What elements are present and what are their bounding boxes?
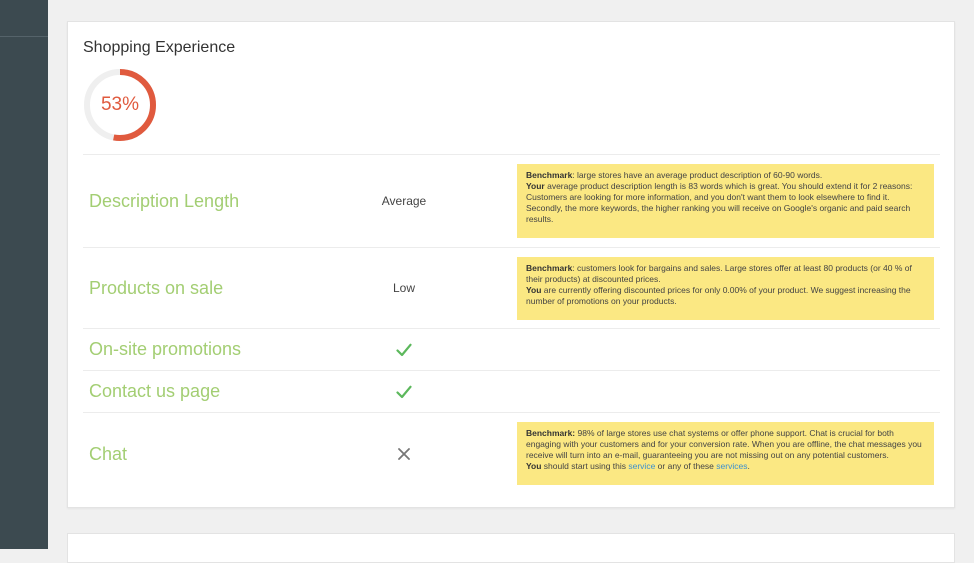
benchmark-note: Benchmark: customers look for bargains a… [517,257,934,320]
metric-row-on-site-promotions: On-site promotions [83,328,940,370]
metric-row-contact-us-page: Contact us page [83,370,940,412]
next-card [67,533,955,563]
check-icon [396,343,412,356]
metric-label: Contact us page [89,381,221,401]
metric-row-description-length: Description Length Average Benchmark: la… [83,154,940,247]
metric-value: Average [381,194,427,208]
service-link[interactable]: service [628,461,655,471]
metric-status [369,413,439,495]
benchmark-note: Benchmark: 98% of large stores use chat … [517,422,934,485]
metric-value: Low [392,281,415,295]
metric-row-products-on-sale: Products on sale Low Benchmark: customer… [83,247,940,328]
metric-label: On-site promotions [89,339,242,359]
metric-label: Products on sale [89,277,224,298]
metric-status [369,329,439,370]
benchmark-note: Benchmark: large stores have an average … [517,164,934,238]
services-link[interactable]: services [716,461,747,471]
metric-label: Description Length [89,190,240,211]
check-icon [396,385,412,398]
sidebar [0,0,48,549]
shopping-experience-card: Shopping Experience 53% Description Leng… [67,21,955,508]
sidebar-divider [0,36,48,37]
score-gauge: 53% [82,67,158,143]
score-value: 53% [100,94,140,115]
metric-label: Chat [89,443,128,464]
card-title: Shopping Experience [83,39,236,56]
metric-row-chat: Chat Benchmark: 98% of large stores use … [83,412,940,495]
metrics-list: Description Length Average Benchmark: la… [83,154,940,495]
cross-icon [398,448,410,460]
metric-status [369,371,439,412]
